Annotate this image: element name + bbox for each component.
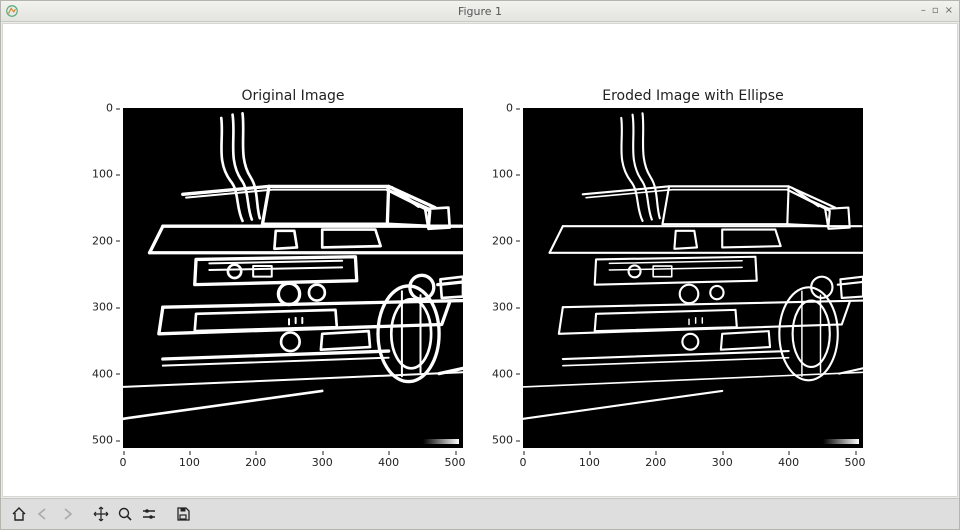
maximize-button[interactable]: ▫ — [932, 5, 939, 17]
xtick: 400 — [378, 448, 399, 469]
xtick: 500 — [445, 448, 466, 469]
pan-button[interactable] — [89, 502, 113, 526]
matplotlib-toolbar — [1, 498, 959, 529]
home-button[interactable] — [7, 502, 31, 526]
back-button[interactable] — [31, 502, 55, 526]
titlebar[interactable]: Figure 1 – ▫ × — [1, 1, 959, 22]
toolbar-separator — [79, 504, 89, 524]
ytick: 300 — [92, 301, 123, 314]
ytick: 200 — [92, 234, 123, 247]
close-button[interactable]: × — [945, 5, 953, 17]
figure-window: Figure 1 – ▫ × Original Image Eroded Ima… — [0, 0, 960, 530]
xtick: 300 — [312, 448, 333, 469]
intensity-bar — [423, 439, 459, 444]
xtick: 100 — [579, 448, 600, 469]
xtick: 0 — [120, 448, 127, 469]
app-icon — [5, 4, 19, 18]
save-button[interactable] — [171, 502, 195, 526]
minimize-button[interactable]: – — [921, 5, 926, 17]
xtick: 500 — [845, 448, 866, 469]
figure-canvas[interactable]: Original Image Eroded Image with Ellipse — [2, 23, 958, 497]
ytick: 0 — [106, 102, 123, 115]
ytick: 100 — [492, 168, 523, 181]
ytick: 0 — [506, 102, 523, 115]
xtick: 200 — [245, 448, 266, 469]
window-title: Figure 1 — [1, 5, 959, 18]
ytick: 200 — [492, 234, 523, 247]
xtick: 100 — [179, 448, 200, 469]
ytick: 500 — [492, 434, 523, 447]
xtick: 200 — [645, 448, 666, 469]
window-controls: – ▫ × — [921, 5, 959, 17]
zoom-button[interactable] — [113, 502, 137, 526]
forward-button[interactable] — [55, 502, 79, 526]
ytick: 500 — [92, 434, 123, 447]
ytick: 300 — [492, 301, 523, 314]
plot-image-right: 0 100 200 300 400 500 0 100 200 300 400 … — [523, 108, 863, 448]
xtick: 300 — [712, 448, 733, 469]
toolbar-separator — [161, 504, 171, 524]
subplot-title-left: Original Image — [123, 88, 463, 104]
xtick: 400 — [778, 448, 799, 469]
subplot-title-right: Eroded Image with Ellipse — [523, 88, 863, 104]
ytick: 400 — [492, 367, 523, 380]
plot-image-left: 0 100 200 300 400 500 0 100 200 300 400 … — [123, 108, 463, 448]
configure-subplots-button[interactable] — [137, 502, 161, 526]
ytick: 400 — [92, 367, 123, 380]
xtick: 0 — [520, 448, 527, 469]
intensity-bar — [823, 439, 859, 444]
ytick: 100 — [92, 168, 123, 181]
